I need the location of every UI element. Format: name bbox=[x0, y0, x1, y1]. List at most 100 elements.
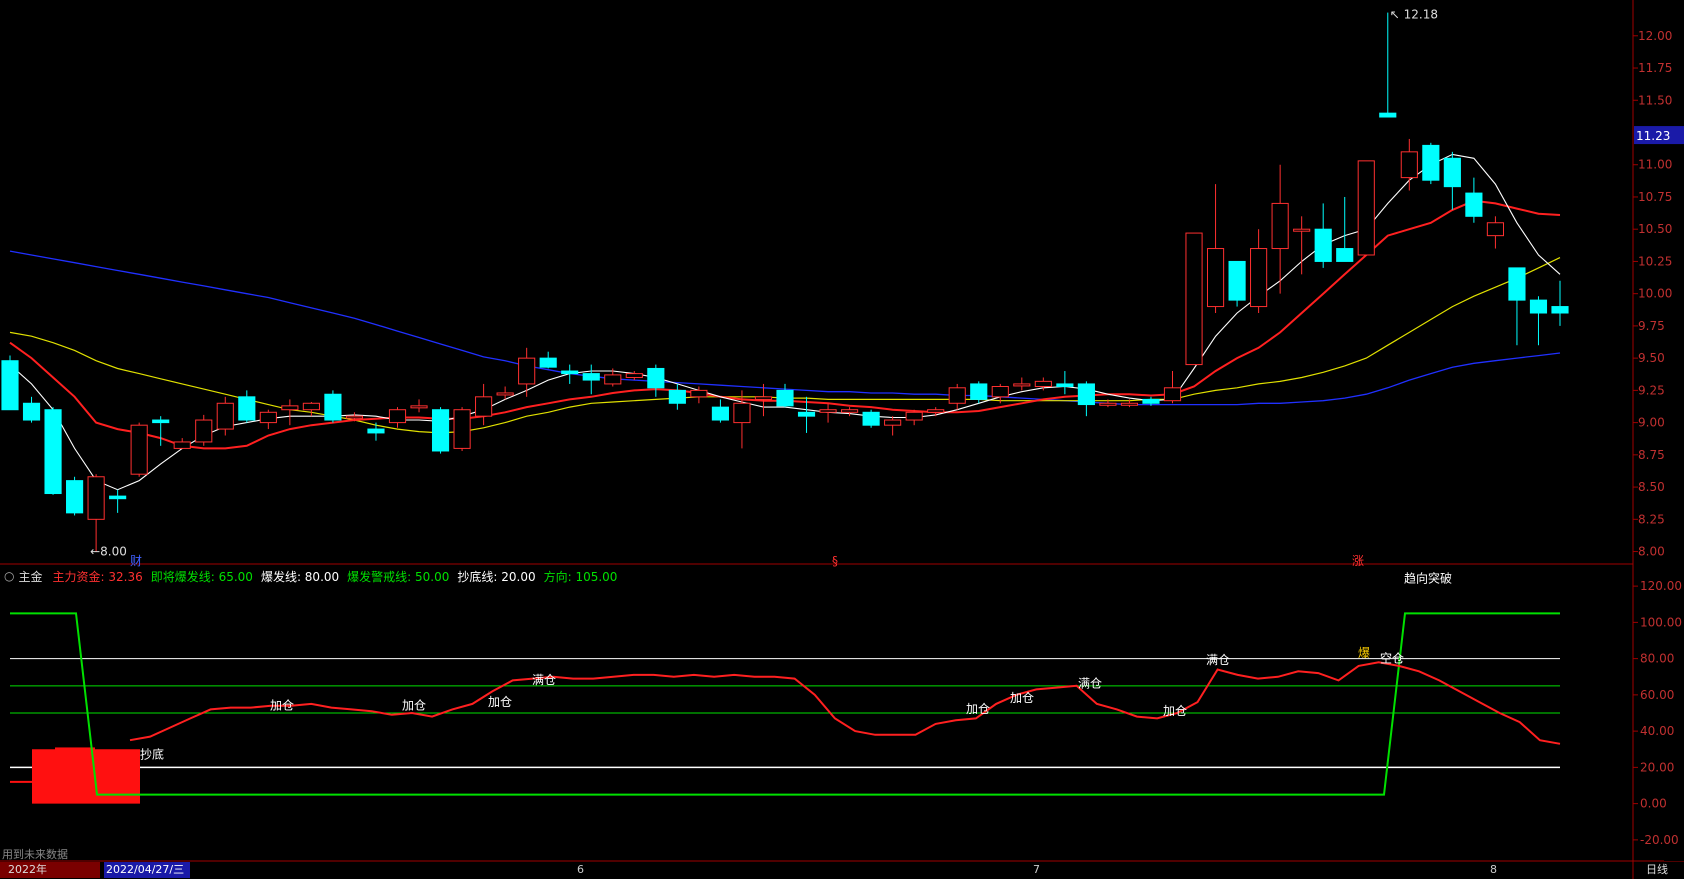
bottom-fishing-bar-cap bbox=[55, 747, 95, 752]
candle-body bbox=[1185, 232, 1203, 366]
month-label-6: 6 bbox=[577, 863, 584, 876]
month-label-8: 8 bbox=[1490, 863, 1497, 876]
candle-body bbox=[1400, 151, 1418, 179]
indicator-axis-label: 100.00 bbox=[1640, 615, 1682, 629]
period-label[interactable]: 日线 bbox=[1646, 862, 1668, 878]
candle-body bbox=[1228, 260, 1246, 301]
candle-body bbox=[216, 402, 234, 430]
candle-body bbox=[711, 406, 729, 421]
ma60-line bbox=[9, 250, 1561, 406]
price-axis-label: 10.25 bbox=[1638, 254, 1672, 268]
candle-body bbox=[668, 389, 686, 404]
candle-body bbox=[1551, 306, 1569, 314]
candle-body bbox=[87, 476, 105, 520]
candle-body bbox=[948, 387, 966, 404]
candle-body bbox=[1422, 144, 1440, 181]
signal-jiacang-2: 加仓 bbox=[402, 698, 426, 712]
candle-body bbox=[1250, 248, 1268, 308]
price-axis-label: 10.00 bbox=[1638, 287, 1672, 301]
indicator-fields: 主力资金: 32.36 即将爆发线: 65.00 爆发线: 80.00 爆发警戒线: … bbox=[53, 568, 618, 585]
indicator-axis-label: 80.00 bbox=[1640, 652, 1674, 666]
collapse-icon[interactable]: ○ bbox=[4, 569, 14, 583]
candle-body bbox=[604, 374, 622, 385]
candle-body bbox=[539, 357, 557, 368]
stock-chart: 12.00 11.75 11.50 11.00 10.75 10.50 10.25 10.00… bbox=[0, 0, 1684, 879]
candle-body bbox=[733, 402, 751, 424]
candle-body bbox=[66, 480, 84, 514]
indicator-axis-label: 20.00 bbox=[1640, 760, 1674, 774]
candle-body bbox=[991, 386, 1009, 398]
indicator-field-0: 主力资金: 32.36 bbox=[52, 569, 143, 584]
candle-body bbox=[44, 409, 62, 495]
indicator-axis-label: 0.00 bbox=[1640, 797, 1667, 811]
indicator-axis-label: 60.00 bbox=[1640, 688, 1674, 702]
price-axis-label: 8.50 bbox=[1638, 480, 1665, 494]
candle-body bbox=[1206, 248, 1225, 308]
candle-body bbox=[1163, 387, 1182, 402]
candle-body bbox=[496, 392, 514, 396]
candle-body bbox=[797, 411, 816, 417]
indicator-field-1: 即将爆发线: 65.00 bbox=[150, 569, 253, 584]
candle-body bbox=[970, 383, 988, 400]
candle-body bbox=[1465, 192, 1483, 217]
candle-body bbox=[302, 402, 320, 411]
candle-body bbox=[690, 389, 708, 398]
candle-body bbox=[453, 409, 471, 449]
price-axis-label: 10.75 bbox=[1638, 190, 1672, 204]
indicator-axis-label: -20.00 bbox=[1640, 833, 1679, 847]
candle-body bbox=[1271, 202, 1289, 250]
indicator-axis-label: 120.00 bbox=[1640, 579, 1682, 593]
indicator-field-2: 爆发线: 80.00 bbox=[260, 569, 340, 584]
candle-body bbox=[130, 424, 148, 475]
signal-jiacang-5: 加仓 bbox=[1010, 691, 1034, 705]
candle-body bbox=[345, 415, 364, 419]
candle-body bbox=[905, 411, 923, 421]
candle-body bbox=[173, 441, 191, 449]
candle-body bbox=[1099, 402, 1117, 406]
price-axis-label: 9.75 bbox=[1638, 319, 1665, 333]
price-axis-label: 9.25 bbox=[1638, 383, 1665, 397]
signal-mancang-3: 满仓 bbox=[1206, 653, 1230, 667]
candle-body bbox=[388, 409, 407, 424]
signal-trend: 趋向突破 bbox=[1404, 571, 1452, 586]
indicator-axis-label: 40.00 bbox=[1640, 724, 1674, 738]
candle-body bbox=[754, 396, 773, 400]
candle-body bbox=[1056, 383, 1074, 388]
indicator-field-5: 方向: 105.00 bbox=[543, 569, 618, 584]
candle-body bbox=[1379, 112, 1397, 118]
price-axis-label: 11.50 bbox=[1638, 93, 1672, 107]
candle-body bbox=[1, 360, 19, 411]
year-label: 2022年 bbox=[0, 862, 100, 878]
cursor-date[interactable]: 2022/04/27/三 bbox=[104, 862, 190, 878]
candle-body bbox=[1120, 402, 1139, 406]
signal-jiacang-3: 加仓 bbox=[488, 695, 512, 709]
candle-body bbox=[259, 411, 277, 424]
signal-mancang-1: 满仓 bbox=[532, 673, 556, 687]
price-axis-label: 11.00 bbox=[1638, 158, 1672, 172]
candle-body bbox=[475, 396, 493, 417]
min-price-label: ←8.00 bbox=[90, 545, 127, 559]
candle-body bbox=[1529, 299, 1548, 314]
candle-body bbox=[281, 405, 299, 411]
candle-body bbox=[1293, 228, 1311, 232]
candle-body bbox=[776, 389, 794, 407]
indicator-field-3: 爆发警戒线: 50.00 bbox=[347, 569, 450, 584]
signal-chaodi: 抄底 bbox=[140, 746, 164, 761]
indicator-name[interactable]: 主金 bbox=[18, 568, 42, 585]
candle-body bbox=[152, 419, 170, 424]
price-axis-label: 8.00 bbox=[1638, 545, 1665, 559]
candle-body bbox=[1508, 267, 1526, 301]
candle-body bbox=[367, 428, 385, 434]
candle-body bbox=[22, 402, 41, 421]
candle-body bbox=[431, 409, 450, 452]
signal-mancang-2: 满仓 bbox=[1078, 677, 1102, 691]
price-axis-label: 8.75 bbox=[1638, 448, 1665, 462]
current-price-label: 11.23 bbox=[1636, 129, 1670, 143]
max-price-label: ↖ 12.18 bbox=[1390, 8, 1438, 22]
candle-body bbox=[561, 370, 579, 375]
candle-body bbox=[582, 373, 600, 381]
candle-body bbox=[884, 419, 902, 426]
marker-zhang: 涨 bbox=[1352, 553, 1364, 568]
candle-body bbox=[841, 409, 859, 413]
candle-body bbox=[1077, 383, 1095, 406]
